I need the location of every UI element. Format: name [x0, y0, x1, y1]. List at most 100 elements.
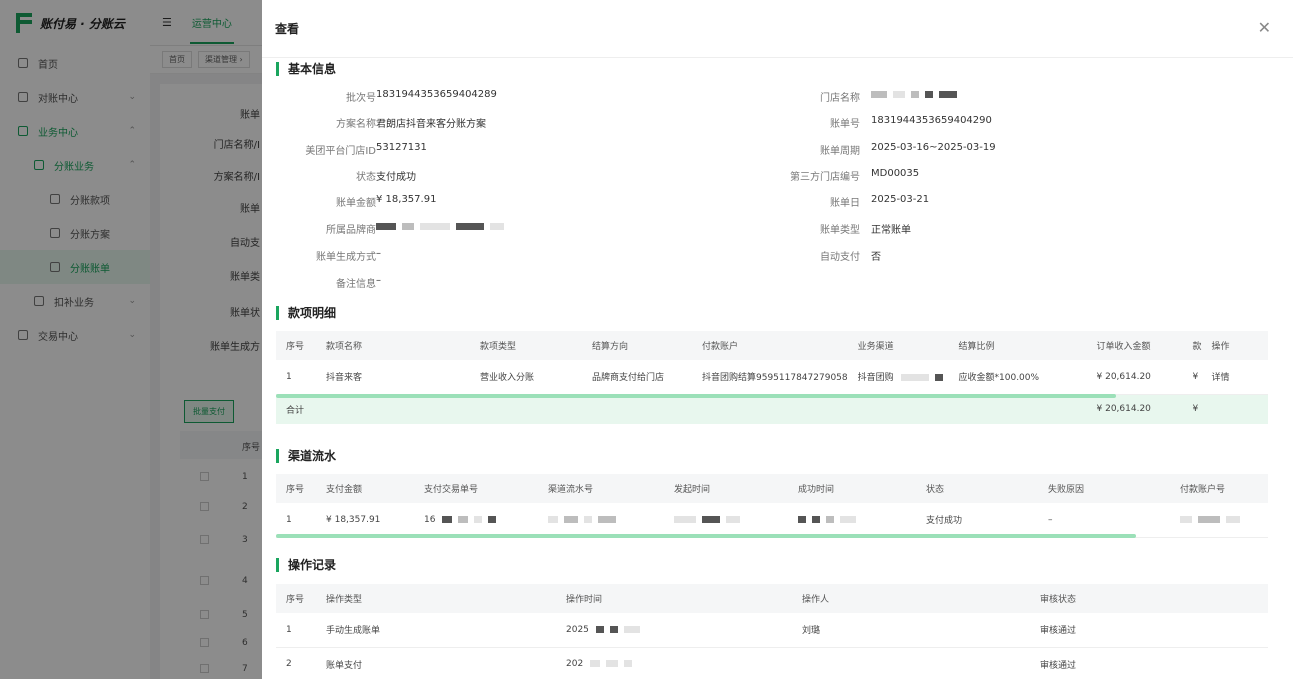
total-extra: ¥ [1182, 394, 1202, 424]
cell: 刘璐 [792, 613, 1030, 648]
col-header: 订单收入金额 [1086, 331, 1183, 360]
cell: 1 [276, 503, 316, 538]
label-third-party-store-no: 第三方门店编号 [790, 172, 860, 183]
col-header: 渠道流水号 [538, 474, 664, 503]
table-header-row: 序号 支付金额 支付交易单号 渠道流水号 发起时间 成功时间 状态 失败原因 付… [276, 474, 1268, 503]
drawer-title: 查看 [275, 22, 300, 36]
table-row: 2 账单支付 202 审核通过 [276, 647, 1268, 679]
value-bill-date: 2025-03-21 [871, 194, 930, 205]
cell-success-time-redacted [788, 503, 916, 538]
cell-status-green: 审核通过 [1030, 647, 1268, 679]
table-row: 1 手动生成账单 2025 刘璐 审核通过 [276, 613, 1268, 648]
cell: 1 [276, 613, 316, 648]
label-bill-no: 账单号 [830, 119, 860, 130]
value-auto-pay: 否 [871, 252, 881, 263]
col-header: 结算比例 [948, 331, 1087, 360]
cell: ¥ [1182, 360, 1202, 395]
col-header: 序号 [276, 474, 316, 503]
value-bill-period: 2025-03-16~2025-03-19 [871, 142, 996, 153]
cell-start-time-redacted [664, 503, 788, 538]
detail-drawer: 查看 ✕ 基本信息 批次号 1831944353659404289 方案名称 君… [262, 0, 1293, 679]
cell-op-time: 202 [556, 647, 792, 679]
label-bill-generate-method: 账单生成方式 [316, 252, 376, 263]
label-store-name: 门店名称 [820, 93, 860, 104]
label-bill-amount: 账单金额 [336, 198, 376, 209]
col-header: 操作人 [792, 584, 1030, 613]
col-header: 审核状态 [1030, 584, 1268, 613]
cell-op-time: 2025 [556, 613, 792, 648]
label-bill-period: 账单周期 [820, 146, 860, 157]
cell: 2 [276, 647, 316, 679]
col-header: 序号 [276, 331, 316, 360]
cell [792, 647, 1030, 679]
col-header: 发起时间 [664, 474, 788, 503]
label-auto-pay: 自动支付 [820, 252, 860, 263]
cell-account-redacted [1170, 503, 1268, 538]
section-log-title: 操作记录 [276, 558, 336, 572]
detail-link[interactable]: 详情 [1201, 360, 1268, 395]
col-header: 操作时间 [556, 584, 792, 613]
cell: 抖音来客 [316, 360, 470, 395]
value-brand-redacted [376, 221, 510, 232]
value-store-name-redacted [871, 89, 963, 100]
value-batch-no: 1831944353659404289 [376, 89, 497, 100]
cell: ¥ 18,357.91 [316, 503, 414, 538]
close-icon[interactable]: ✕ [1258, 20, 1271, 36]
label-bill-type: 账单类型 [820, 225, 860, 236]
col-header: 操作类型 [316, 584, 556, 613]
cell: 1 [276, 360, 316, 395]
items-horizontal-scrollbar[interactable] [276, 394, 1116, 398]
label-meituan-store-id: 美团平台门店ID [305, 146, 376, 157]
value-plan-name: 君朗店抖音来客分账方案 [376, 119, 486, 130]
table-row: 1 ¥ 18,357.91 16 支付成功 – [276, 503, 1268, 538]
label-brand: 所属品牌商 [326, 225, 376, 236]
col-header: 序号 [276, 584, 316, 613]
col-header: 业务渠道 [847, 331, 949, 360]
value-bill-generate-method: – [376, 248, 381, 259]
cell: 抖音团购结算9595117847279058 [692, 360, 848, 395]
value-bill-type: 正常账单 [871, 225, 911, 236]
cell-trade-no: 16 [414, 503, 538, 538]
cell: ¥ 20,614.20 [1086, 360, 1183, 395]
log-table: 序号 操作类型 操作时间 操作人 审核状态 1 手动生成账单 2025 刘璐 审… [276, 584, 1268, 679]
cell: 审核通过 [1030, 613, 1268, 648]
drawer-header: 查看 [262, 0, 1293, 58]
label-bill-date: 账单日 [830, 198, 860, 209]
flow-table: 序号 支付金额 支付交易单号 渠道流水号 发起时间 成功时间 状态 失败原因 付… [276, 474, 1268, 538]
col-header: 付款账户 [692, 331, 848, 360]
col-header: 操作 [1201, 331, 1268, 360]
table-header-row: 序号 操作类型 操作时间 操作人 审核状态 [276, 584, 1268, 613]
col-header: 款项名称 [316, 331, 470, 360]
value-bill-amount: ¥ 18,357.91 [376, 194, 437, 205]
cell-channel-no-redacted [538, 503, 664, 538]
section-flow-title: 渠道流水 [276, 449, 336, 463]
cell: 支付成功 [916, 503, 1038, 538]
col-header: 成功时间 [788, 474, 916, 503]
cell: 营业收入分账 [470, 360, 582, 395]
section-items-title: 款项明细 [276, 306, 336, 320]
section-basic-info-title: 基本信息 [276, 62, 336, 76]
col-header: 款 [1182, 331, 1202, 360]
value-status: 支付成功 [376, 172, 416, 183]
value-meituan-store-id: 53127131 [376, 142, 427, 153]
value-bill-no: 1831944353659404290 [871, 115, 992, 126]
value-remark: – [376, 275, 381, 286]
total-label: 合计 [276, 394, 1087, 424]
flow-horizontal-scrollbar[interactable] [276, 534, 1136, 538]
cell: 账单支付 [316, 647, 556, 679]
cell: 手动生成账单 [316, 613, 556, 648]
table-row: 1 抖音来客 营业收入分账 品牌商支付给门店 抖音团购结算95951178472… [276, 360, 1268, 395]
cell: 品牌商支付给门店 [582, 360, 692, 395]
table-header-row: 序号 款项名称 款项类型 结算方向 付款账户 业务渠道 结算比例 订单收入金额 … [276, 331, 1268, 360]
col-header: 失败原因 [1038, 474, 1170, 503]
col-header: 支付金额 [316, 474, 414, 503]
total-row: 合计 ¥ 20,614.20 ¥ [276, 394, 1268, 424]
value-third-party-store-no: MD00035 [871, 168, 920, 179]
total-amount: ¥ 20,614.20 [1086, 394, 1183, 424]
label-status: 状态 [356, 172, 376, 183]
label-batch-no: 批次号 [346, 93, 376, 104]
label-remark: 备注信息 [336, 279, 376, 290]
cell-channel: 抖音团购 [847, 360, 949, 395]
label-plan-name: 方案名称 [336, 119, 376, 130]
items-table: 序号 款项名称 款项类型 结算方向 付款账户 业务渠道 结算比例 订单收入金额 … [276, 331, 1268, 424]
